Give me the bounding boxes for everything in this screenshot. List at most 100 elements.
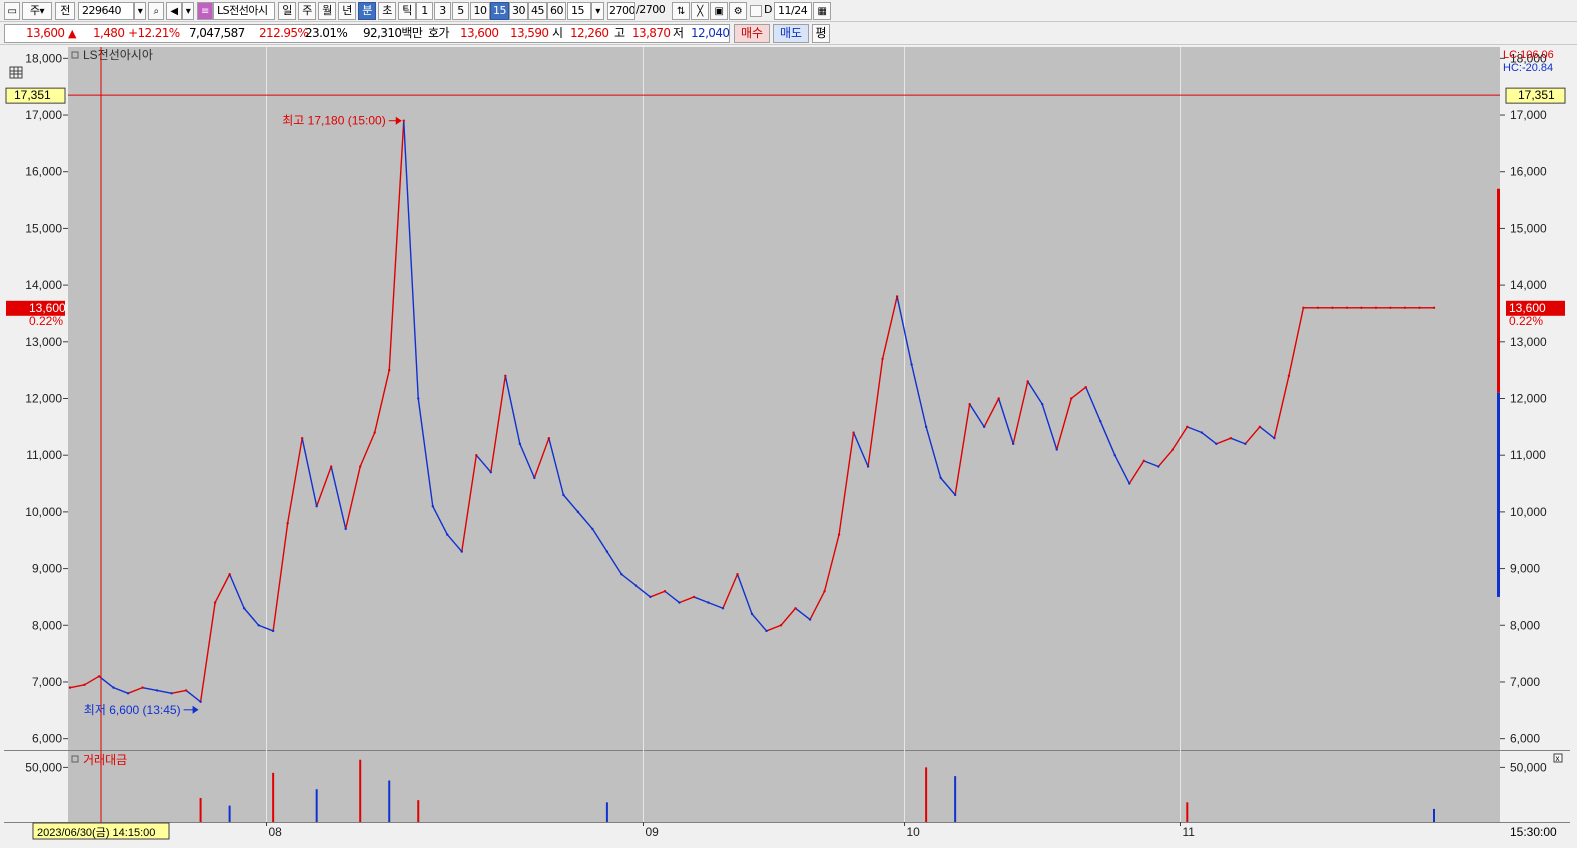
date-input[interactable]: 11/24 [774, 2, 812, 20]
price-point [591, 527, 594, 531]
price-point [504, 374, 507, 378]
interval-input[interactable]: 15 [567, 2, 591, 20]
volume-bar [272, 772, 275, 822]
chart-title: LS전선아시아 [83, 48, 153, 62]
layout-icon[interactable]: ▭ [4, 2, 20, 20]
price-point [460, 550, 463, 553]
code-input[interactable]: 229640 [78, 2, 134, 20]
price-point [315, 505, 318, 508]
period-day[interactable]: 일 [278, 2, 296, 20]
price-point [533, 476, 536, 480]
price-point [721, 607, 725, 610]
market-select[interactable]: 주 ▾ [22, 2, 52, 20]
price-point [126, 692, 130, 695]
price-point [286, 522, 289, 525]
period-second[interactable]: 초 [378, 2, 396, 20]
y-tick-label-right: 17,000 [1510, 108, 1547, 122]
settings-icon[interactable]: ⚙ [729, 2, 747, 20]
y-tick-label-left: 13,000 [25, 335, 62, 349]
price-point [242, 607, 246, 610]
y-tick-label-right: 10,000 [1510, 505, 1547, 519]
interval-60[interactable]: 60 [547, 2, 566, 20]
period-minute[interactable]: 분 [358, 2, 376, 20]
bid-label: 호가 [428, 26, 449, 40]
price-point [300, 436, 304, 440]
svg-text:17,351: 17,351 [1518, 88, 1555, 102]
interval-10[interactable]: 10 [470, 2, 490, 20]
price-point [388, 368, 391, 372]
price-point [1418, 306, 1421, 309]
indicator-icon[interactable]: ⇅ [672, 2, 690, 20]
close-glyph: x [1556, 754, 1560, 763]
volume-bar [1433, 808, 1435, 822]
price-point [1099, 419, 1102, 423]
interval-1[interactable]: 1 [416, 2, 433, 20]
save-icon[interactable]: ▣ [710, 2, 728, 20]
period-tick[interactable]: 틱 [398, 2, 416, 20]
chevron-down-icon: ▾ [39, 6, 45, 17]
interval-30[interactable]: 30 [509, 2, 528, 20]
search-icon[interactable]: ⌕ [148, 2, 164, 20]
quote-ask: 13,600 [460, 26, 499, 40]
price-point [1171, 448, 1175, 451]
price-point [620, 573, 623, 576]
price-point [184, 689, 188, 692]
price-point [837, 533, 841, 536]
price-point [431, 505, 434, 508]
period-year[interactable]: 년 [338, 2, 356, 20]
price-point [794, 607, 797, 610]
price-point [329, 465, 333, 468]
svg-text:13,600: 13,600 [29, 301, 66, 315]
period-month[interactable]: 월 [318, 2, 336, 20]
interval-45[interactable]: 45 [528, 2, 547, 20]
price-point [881, 357, 884, 361]
interval-dropdown-icon[interactable]: ▾ [591, 2, 604, 20]
price-point [576, 510, 580, 514]
price-point [1331, 306, 1334, 309]
price-point [199, 700, 202, 704]
period-week[interactable]: 주 [298, 2, 316, 20]
price-point [1041, 402, 1044, 406]
y-tick-label-left: 16,000 [25, 165, 62, 179]
price-point [1113, 453, 1116, 457]
eval-button[interactable]: 평 [812, 24, 830, 43]
quote-open: 12,260 [570, 26, 609, 40]
sound-icon[interactable]: ◀ [166, 2, 182, 20]
buy-button[interactable]: 매수 [734, 24, 770, 43]
quote-price: 13,600 [26, 26, 65, 40]
volume-bar [605, 802, 608, 822]
price-point [141, 686, 144, 689]
volume-bar [315, 789, 318, 822]
interval-3[interactable]: 3 [434, 2, 451, 20]
d-checkbox[interactable] [750, 5, 762, 17]
sell-button[interactable]: 매도 [773, 24, 809, 43]
prev-button[interactable]: 전 [55, 2, 75, 20]
quote-change-pct: +12.21% [128, 26, 180, 40]
quote-bar: 13,600 ▲ 1,480 +12.21% 7,047,587 212.95%… [0, 22, 1577, 45]
price-point [359, 465, 362, 468]
interval-15[interactable]: 15 [490, 2, 509, 20]
code-dropdown-icon[interactable]: ▾ [134, 2, 146, 20]
quote-high: 13,870 [632, 26, 671, 40]
drawing-icon[interactable]: ╳ [691, 2, 709, 20]
price-point [997, 397, 1000, 400]
price-point [779, 624, 783, 627]
count-input[interactable]: 2700 [607, 2, 635, 20]
d-label: D [764, 3, 772, 16]
low-label: 저 [673, 26, 684, 40]
y-tick-label-left: 6,000 [32, 732, 62, 746]
volume-title: 거래대금 [83, 753, 127, 767]
price-chart[interactable]: 18,000 17,000 16,000 15,000 14,000 13,000 12,0… [0, 45, 1577, 848]
compare-icon[interactable]: ≡ [197, 2, 213, 20]
y-tick-label-right: 8,000 [1510, 618, 1540, 632]
calendar-icon[interactable]: ▦ [813, 2, 831, 20]
price-point [605, 550, 609, 553]
last-time: 15:30:00 [1510, 825, 1557, 839]
y-tick-label-right: 11,000 [1510, 448, 1546, 462]
stock-name[interactable]: LS전선아시 [213, 2, 275, 20]
y-tick-label-left: 10,000 [25, 505, 62, 519]
y-tick-label-right: 13,000 [1510, 335, 1547, 349]
interval-5[interactable]: 5 [452, 2, 469, 20]
x-tick-label: 09 [646, 825, 660, 839]
sound-dropdown-icon[interactable]: ▾ [182, 2, 194, 20]
